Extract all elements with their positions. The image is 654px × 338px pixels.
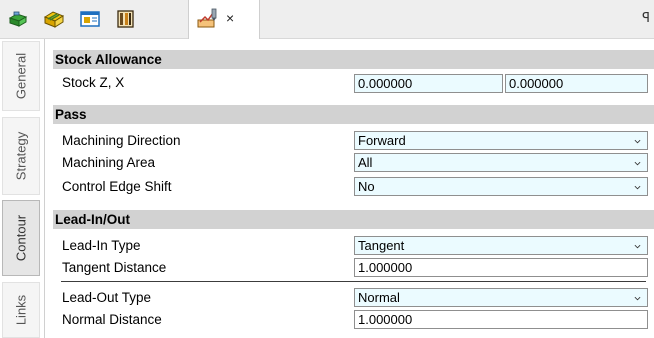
tangent-distance-label: Tangent Distance: [62, 260, 167, 275]
chevron-down-icon: [634, 139, 641, 144]
stock-z-field[interactable]: 0.000000: [354, 74, 503, 93]
toolbar: × ꟼ: [0, 0, 654, 39]
row-lead-in-type: Lead-In Type Tangent: [53, 234, 654, 256]
tangent-distance-field[interactable]: 1.000000: [354, 258, 648, 277]
row-lead-out-type: Lead-Out Type Normal: [53, 286, 654, 308]
tab-links[interactable]: Links: [2, 282, 40, 338]
tab-general[interactable]: General: [2, 41, 40, 111]
toolpath-icon: [197, 8, 217, 28]
row-machining-direction: Machining Direction Forward: [53, 129, 654, 151]
lead-in-type-select[interactable]: Tangent: [354, 236, 648, 255]
section-lead-in-out[interactable]: Lead-In/Out: [53, 210, 654, 229]
active-tab[interactable]: ×: [188, 0, 260, 39]
control-edge-shift-label: Control Edge Shift: [62, 179, 172, 194]
strategy-icon[interactable]: [43, 9, 65, 29]
row-control-edge-shift: Control Edge Shift No: [53, 175, 654, 199]
chevron-down-icon: [634, 185, 641, 190]
machining-direction-value: Forward: [358, 133, 406, 148]
control-edge-shift-value: No: [358, 179, 375, 194]
stock-x-field[interactable]: 0.000000: [505, 74, 648, 93]
lead-out-type-value: Normal: [358, 290, 400, 305]
lead-in-type-value: Tangent: [358, 238, 405, 253]
side-tabs: General Strategy Contour Links: [0, 39, 45, 338]
lead-out-type-select[interactable]: Normal: [354, 288, 648, 307]
row-stock-zx: Stock Z, X 0.000000 0.000000: [53, 69, 654, 97]
chevron-down-icon: [634, 296, 641, 301]
pin-icon[interactable]: ꟼ: [642, 10, 650, 26]
lead-in-type-label: Lead-In Type: [62, 238, 141, 253]
machining-area-value: All: [358, 155, 373, 170]
machining-direction-label: Machining Direction: [62, 133, 181, 148]
machining-direction-select[interactable]: Forward: [354, 131, 648, 150]
chevron-down-icon: [634, 244, 641, 249]
section-stock-allowance[interactable]: Stock Allowance: [53, 50, 654, 69]
stock-zx-label: Stock Z, X: [62, 75, 125, 90]
property-grid: Stock Allowance Stock Z, X 0.000000 0.00…: [53, 50, 654, 330]
tab-contour[interactable]: Contour: [2, 200, 40, 276]
tab-strategy[interactable]: Strategy: [2, 117, 40, 195]
layout-icon[interactable]: [79, 9, 100, 29]
group-separator: [61, 281, 646, 282]
general-icon[interactable]: [8, 9, 28, 29]
close-icon[interactable]: ×: [226, 10, 234, 26]
machining-area-select[interactable]: All: [354, 153, 648, 172]
control-edge-shift-select[interactable]: No: [354, 177, 648, 196]
row-normal-distance: Normal Distance 1.000000: [53, 308, 654, 330]
row-machining-area: Machining Area All: [53, 151, 654, 175]
lead-out-type-label: Lead-Out Type: [62, 290, 152, 305]
settings-icon[interactable]: [115, 9, 135, 29]
normal-distance-label: Normal Distance: [62, 312, 162, 327]
machining-area-label: Machining Area: [62, 155, 156, 170]
row-tangent-distance: Tangent Distance 1.000000: [53, 256, 654, 278]
tab-strategy-label: Strategy: [13, 131, 29, 181]
normal-distance-field[interactable]: 1.000000: [354, 310, 648, 329]
tab-general-label: General: [13, 52, 29, 100]
tab-links-label: Links: [13, 294, 29, 326]
chevron-down-icon: [634, 161, 641, 166]
tab-contour-label: Contour: [13, 214, 29, 262]
section-pass[interactable]: Pass: [53, 105, 654, 124]
